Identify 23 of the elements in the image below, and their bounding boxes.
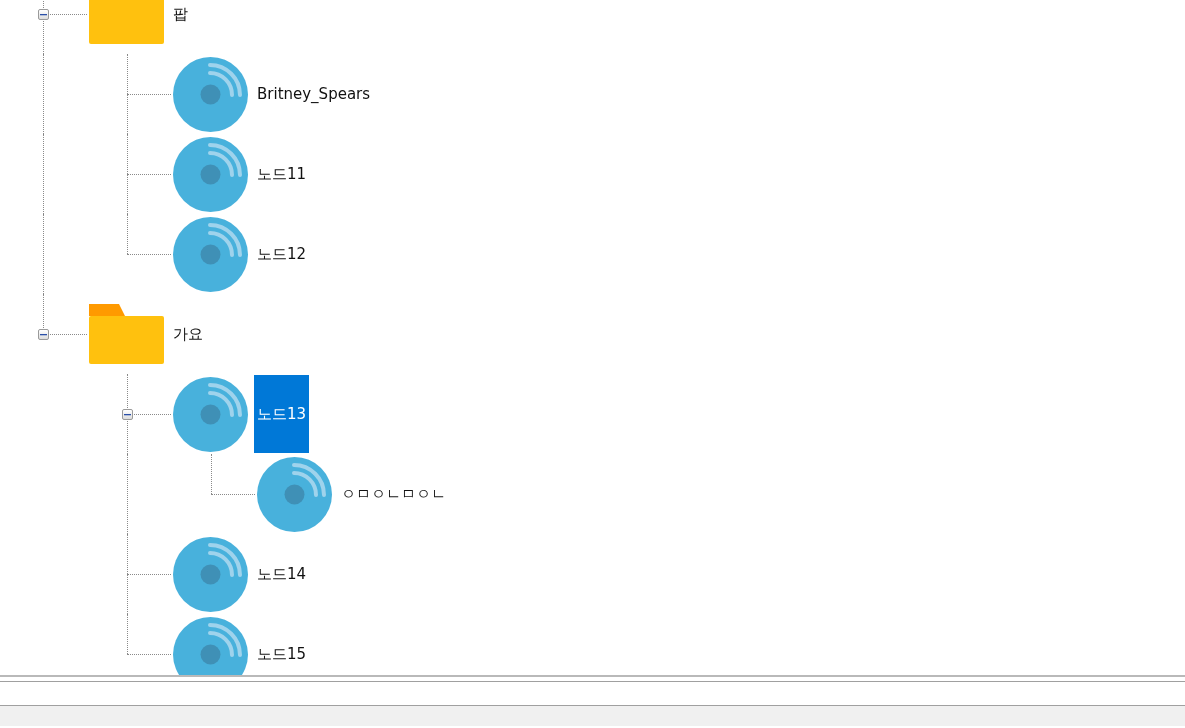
- minus-icon: [124, 411, 131, 418]
- tree-item-label[interactable]: 노드11: [254, 162, 310, 186]
- tree-item-label[interactable]: 노드15: [254, 642, 310, 666]
- folder-icon: [89, 0, 164, 44]
- disc-icon: [173, 376, 248, 452]
- disc-icon: [173, 136, 248, 212]
- folder-icon: [89, 304, 164, 364]
- disc-icon: [173, 216, 248, 292]
- collapse-toggle[interactable]: [38, 9, 49, 20]
- disc-icon: [173, 536, 248, 612]
- disc-icon: [173, 56, 248, 132]
- tree-item-label[interactable]: 노드14: [254, 562, 310, 586]
- disc-icon: [257, 456, 332, 532]
- tree-item-label[interactable]: 팝: [170, 2, 191, 26]
- tree-item-label[interactable]: 노드12: [254, 242, 310, 266]
- collapse-toggle[interactable]: [38, 329, 49, 340]
- collapse-toggle[interactable]: [122, 409, 133, 420]
- minus-icon: [40, 331, 47, 338]
- tree-item-label[interactable]: 가요: [170, 322, 206, 346]
- minus-icon: [40, 11, 47, 18]
- tree-item-label[interactable]: ㅇㅁㅇㄴㅁㅇㄴ: [338, 482, 449, 506]
- tree-item-label[interactable]: Britney_Spears: [254, 82, 374, 106]
- tree-item-label[interactable]: 노드13: [254, 375, 310, 453]
